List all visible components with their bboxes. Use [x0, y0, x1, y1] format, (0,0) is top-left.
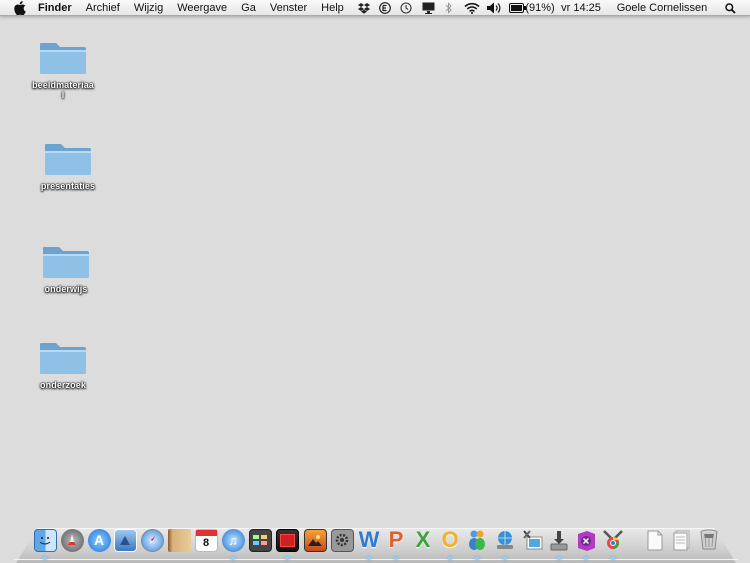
desktop-item-label: beeldmateriaa l: [32, 80, 94, 100]
menu-archief[interactable]: Archief: [86, 0, 120, 16]
desktop-item-label: onderzoek: [40, 380, 86, 390]
desktop-folder-onderzoek[interactable]: onderzoek: [23, 338, 103, 390]
folder-icon: [40, 43, 86, 74]
trash-icon[interactable]: [697, 527, 721, 553]
preview-photos-icon[interactable]: [520, 527, 544, 553]
excel-icon[interactable]: X: [411, 527, 435, 553]
menu-bar: Finder Archief Wijzig Weergave Ga Venste…: [0, 0, 750, 16]
running-indicator: [43, 557, 47, 560]
finder-icon[interactable]: [33, 527, 57, 553]
running-indicator: [448, 557, 452, 560]
menu-help[interactable]: Help: [321, 0, 344, 16]
running-indicator: [557, 557, 561, 560]
iphoto-icon[interactable]: [303, 527, 327, 553]
installer-icon[interactable]: [547, 527, 571, 553]
app-store-icon[interactable]: A: [87, 527, 111, 553]
wifi-icon[interactable]: [463, 0, 481, 16]
time-machine-icon[interactable]: [399, 0, 413, 16]
dock-edge: [14, 559, 738, 560]
contacts-icon[interactable]: [167, 527, 191, 553]
menu-ga[interactable]: Ga: [241, 0, 256, 16]
messenger-icon[interactable]: [465, 527, 489, 553]
desktop-folder-onderwijs[interactable]: onderwijs: [26, 242, 106, 294]
menu-wijzig[interactable]: Wijzig: [134, 0, 163, 16]
word-icon[interactable]: W: [357, 527, 381, 553]
bluetooth-icon[interactable]: [443, 0, 453, 16]
battery-icon[interactable]: [508, 0, 526, 16]
chrome-icon[interactable]: [601, 527, 625, 553]
onenote-icon[interactable]: [574, 527, 598, 553]
menu-weergave[interactable]: Weergave: [177, 0, 227, 16]
document-stack-icon[interactable]: [670, 527, 694, 553]
itunes-icon[interactable]: ♫: [221, 527, 245, 553]
photo-booth-icon[interactable]: [248, 527, 272, 553]
running-indicator: [503, 557, 507, 560]
folder-icon: [43, 247, 89, 278]
running-indicator: [475, 557, 479, 560]
volume-icon[interactable]: [486, 0, 502, 16]
clock[interactable]: vr 14:25: [558, 0, 604, 16]
safari-icon[interactable]: [140, 527, 164, 553]
battery-percent: (91%): [525, 2, 555, 14]
user-name[interactable]: Goele Cornelissen: [613, 0, 711, 16]
running-indicator: [584, 557, 588, 560]
running-indicator: [394, 557, 398, 560]
desktop-folder-beeldmateriaal[interactable]: beeldmateriaa l: [23, 38, 103, 100]
network-icon[interactable]: [493, 527, 517, 553]
folder-icon: [40, 343, 86, 374]
apple-menu-icon[interactable]: [13, 0, 27, 15]
folder-icon: [45, 144, 91, 175]
running-indicator: [611, 557, 615, 560]
spotlight-search-icon[interactable]: [723, 0, 737, 16]
powerpoint-icon[interactable]: P: [384, 527, 408, 553]
evernote-icon[interactable]: [378, 0, 392, 16]
running-indicator: [285, 557, 289, 560]
flashcards-icon[interactable]: [275, 527, 299, 553]
outlook-icon[interactable]: O: [438, 527, 462, 553]
document-icon[interactable]: [643, 527, 667, 553]
menu-venster[interactable]: Venster: [270, 0, 307, 16]
dropbox-icon[interactable]: [357, 0, 371, 16]
launchpad-icon[interactable]: [60, 527, 84, 553]
display-icon[interactable]: [420, 0, 436, 16]
calendar-icon[interactable]: 8: [194, 527, 218, 553]
running-indicator: [231, 557, 235, 560]
preview-icon[interactable]: [113, 527, 137, 553]
desktop-item-label: onderwijs: [44, 284, 88, 294]
menu-finder[interactable]: Finder: [38, 0, 72, 16]
system-preferences-icon[interactable]: [330, 527, 354, 553]
running-indicator: [367, 557, 371, 560]
desktop-folder-presentaties[interactable]: presentaties: [28, 139, 108, 191]
desktop-item-label: presentaties: [40, 181, 96, 191]
